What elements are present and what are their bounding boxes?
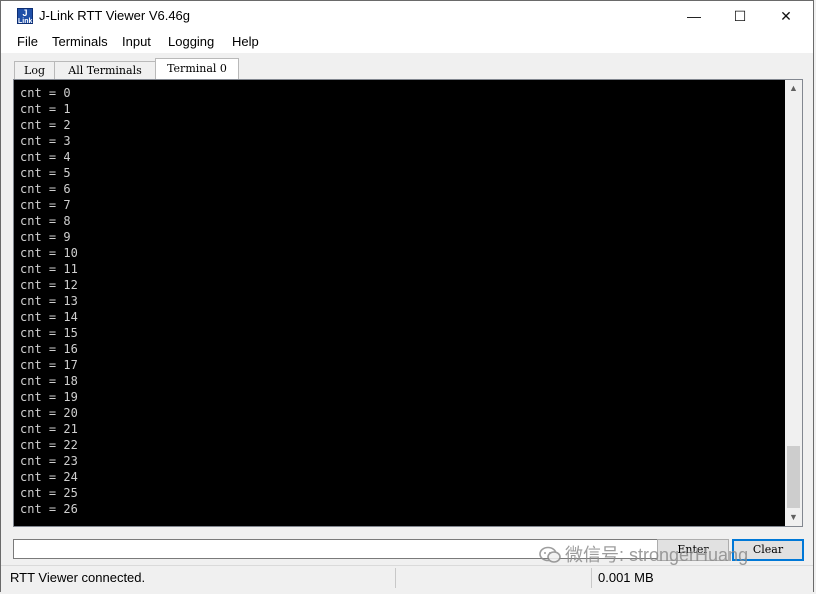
terminal-line: cnt = 25 — [20, 486, 78, 500]
terminal-output[interactable]: cnt = 0 cnt = 1 cnt = 2 cnt = 3 cnt = 4 cnt =… — [13, 79, 803, 527]
jlink-app-icon: J Link — [17, 8, 33, 25]
scroll-thumb[interactable] — [787, 446, 800, 508]
rtt-viewer-window: J Link J-Link RTT Viewer V6.46g — ☐ ✕ Fil… — [0, 0, 814, 592]
minimize-button[interactable]: — — [671, 1, 717, 31]
terminal-line: cnt = 13 — [20, 294, 78, 308]
terminal-line: cnt = 18 — [20, 374, 78, 388]
terminal-line: cnt = 2 — [20, 118, 71, 132]
terminal-line: cnt = 9 — [20, 230, 71, 244]
menu-help[interactable]: Help — [232, 34, 259, 49]
terminal-line: cnt = 14 — [20, 310, 78, 324]
terminal-line: cnt = 3 — [20, 134, 71, 148]
menu-file[interactable]: File — [17, 34, 38, 49]
menu-logging[interactable]: Logging — [168, 34, 214, 49]
watermark-text: 微信号: strongerHuang — [565, 545, 749, 565]
terminal-line: cnt = 24 — [20, 470, 78, 484]
scroll-down-icon[interactable]: ▼ — [785, 509, 802, 526]
maximize-button[interactable]: ☐ — [717, 1, 763, 31]
terminal-text: cnt = 0 cnt = 1 cnt = 2 cnt = 3 cnt = 4 cnt =… — [20, 85, 78, 517]
terminal-line: cnt = 21 — [20, 422, 78, 436]
terminal-line: cnt = 7 — [20, 198, 71, 212]
terminal-line: cnt = 12 — [20, 278, 78, 292]
terminal-line: cnt = 15 — [20, 326, 78, 340]
terminal-line: cnt = 17 — [20, 358, 78, 372]
terminal-line: cnt = 4 — [20, 150, 71, 164]
terminal-line: cnt = 19 — [20, 390, 78, 404]
status-bar: RTT Viewer connected. 0.001 MB — [1, 565, 813, 592]
wechat-watermark: 微信号: strongerHuang — [539, 541, 748, 567]
terminal-line: cnt = 10 — [20, 246, 78, 260]
tab-terminal-0[interactable]: Terminal 0 — [155, 58, 239, 79]
menu-terminals[interactable]: Terminals — [52, 34, 108, 49]
terminal-line: cnt = 23 — [20, 454, 78, 468]
tab-log[interactable]: Log — [14, 61, 55, 79]
terminal-line: cnt = 26 — [20, 502, 78, 516]
menu-input[interactable]: Input — [122, 34, 151, 49]
close-button[interactable]: ✕ — [763, 1, 809, 31]
tab-all-terminals[interactable]: All Terminals — [54, 61, 156, 79]
vertical-scrollbar[interactable]: ▲ ▼ — [785, 80, 802, 526]
terminal-line: cnt = 6 — [20, 182, 71, 196]
status-message: RTT Viewer connected. — [10, 570, 146, 585]
terminal-line: cnt = 1 — [20, 102, 71, 116]
terminal-line: cnt = 5 — [20, 166, 71, 180]
menu-bar: File Terminals Input Logging Help — [1, 31, 813, 53]
terminal-line: cnt = 22 — [20, 438, 78, 452]
status-divider — [591, 568, 592, 588]
status-divider — [395, 568, 396, 588]
terminal-line: cnt = 11 — [20, 262, 78, 276]
terminal-line: cnt = 20 — [20, 406, 78, 420]
terminal-tabs: Log All Terminals Terminal 0 — [11, 58, 807, 80]
scroll-up-icon[interactable]: ▲ — [785, 80, 802, 97]
terminal-line: cnt = 8 — [20, 214, 71, 228]
status-data-size: 0.001 MB — [598, 570, 654, 585]
terminal-line: cnt = 0 — [20, 86, 71, 100]
window-title: J-Link RTT Viewer V6.46g — [39, 8, 191, 23]
title-bar[interactable]: J Link J-Link RTT Viewer V6.46g — ☐ ✕ — [1, 1, 813, 31]
terminal-line: cnt = 16 — [20, 342, 78, 356]
wechat-logo-icon — [539, 546, 561, 563]
